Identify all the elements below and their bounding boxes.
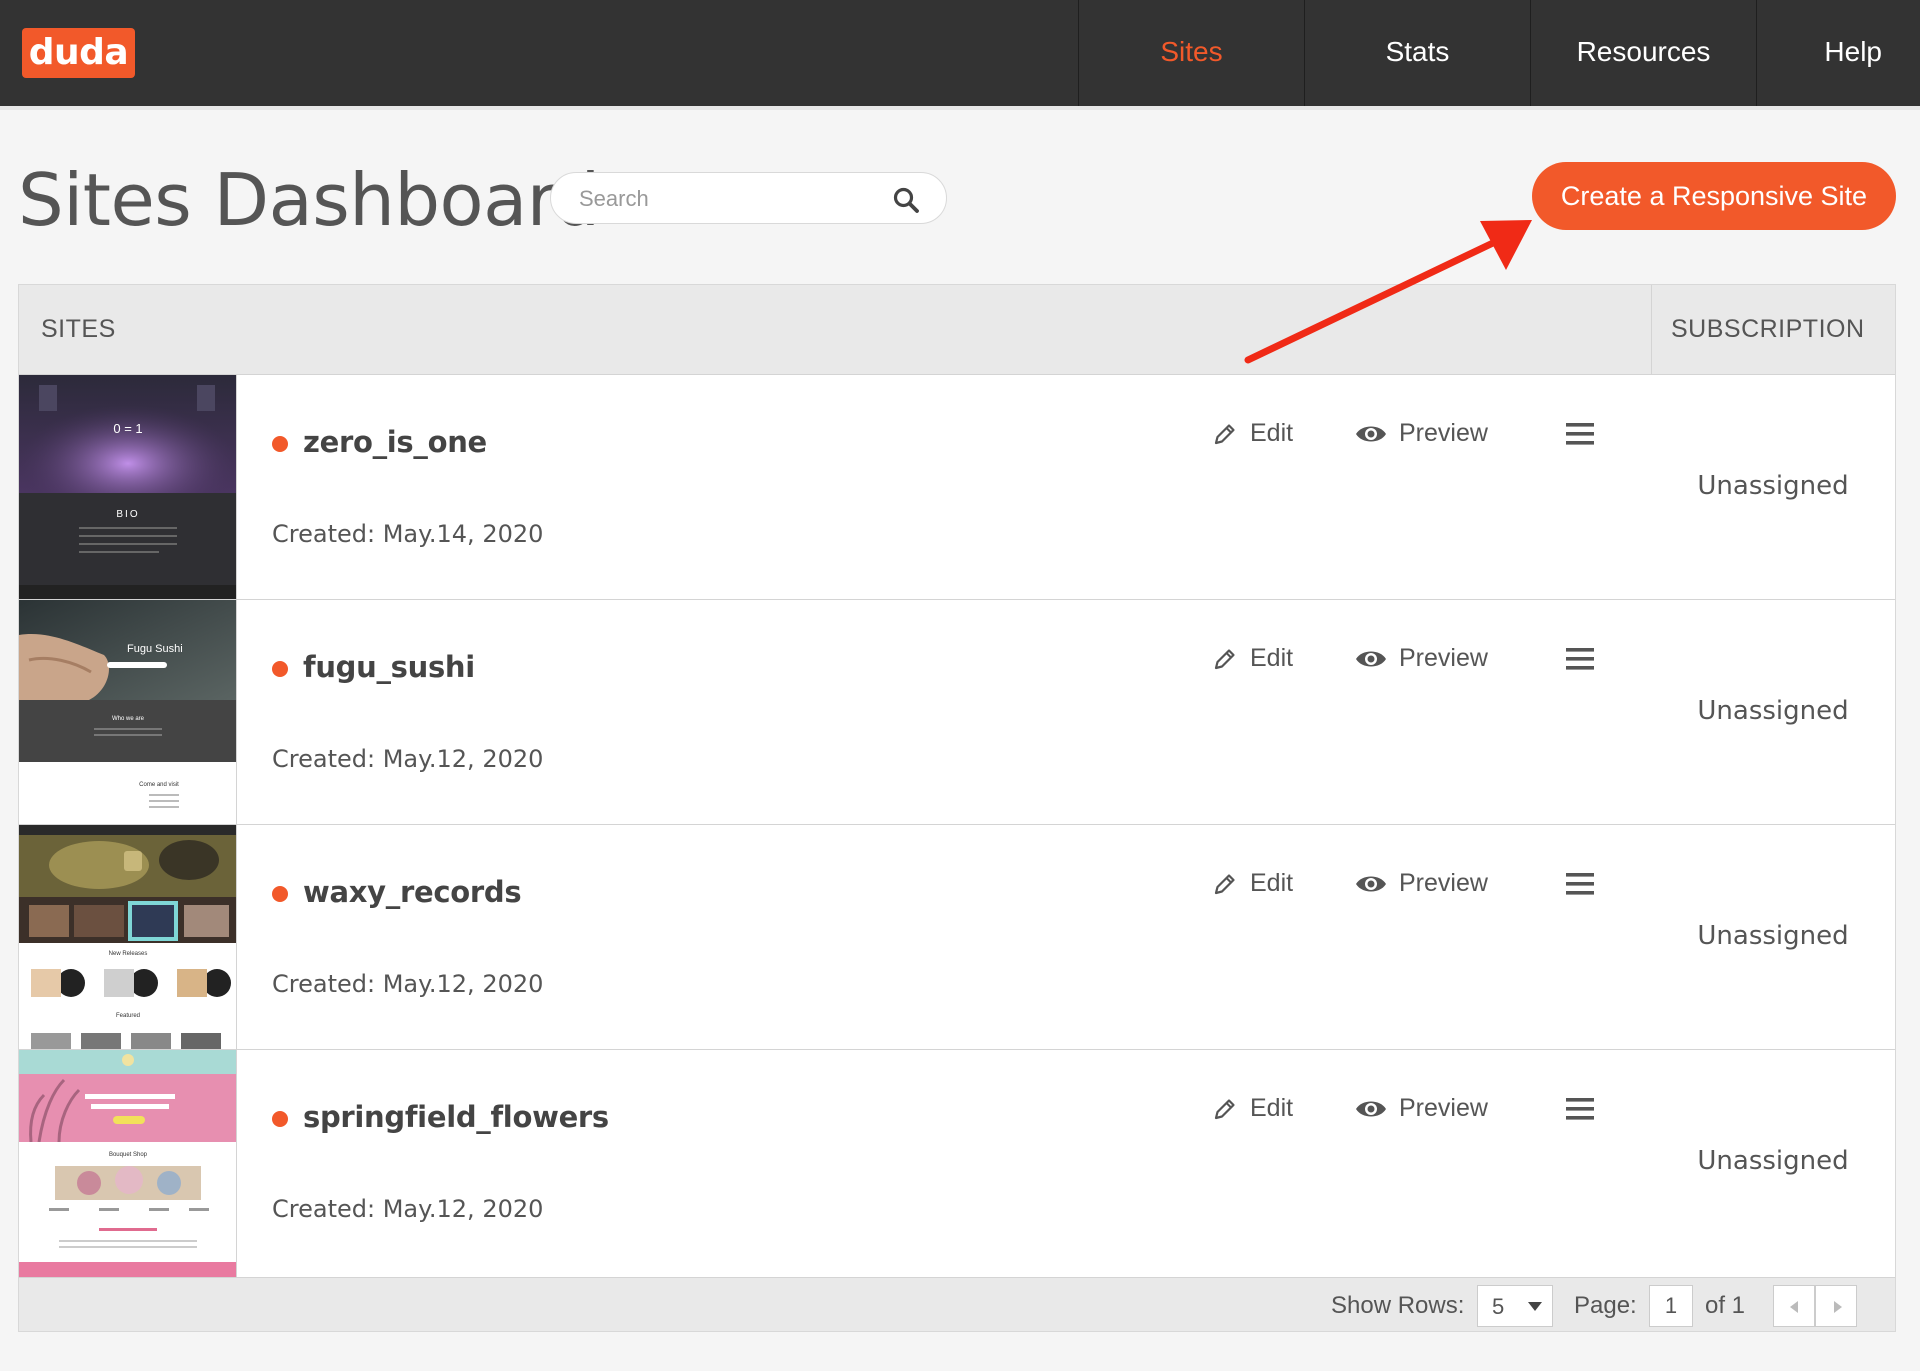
nav-item-stats[interactable]: Stats xyxy=(1304,0,1530,106)
preview-label: Preview xyxy=(1399,1094,1488,1122)
duda-logo[interactable]: duda xyxy=(22,28,135,78)
status-dot xyxy=(272,436,288,452)
create-responsive-site-button[interactable]: Create a Responsive Site xyxy=(1532,162,1896,230)
eye-icon xyxy=(1356,426,1386,441)
thumb-title: 0 = 1 xyxy=(113,421,142,436)
show-rows-label: Show Rows: xyxy=(1331,1292,1465,1319)
thumb-section: New Releases xyxy=(109,951,148,957)
created-date: Created: May.14, 2020 xyxy=(272,520,544,548)
site-thumbnail[interactable]: Bouquet Shop xyxy=(19,1050,237,1277)
edit-button[interactable]: Edit xyxy=(1212,419,1293,448)
hamburger-menu-icon xyxy=(1566,873,1594,895)
site-name[interactable]: springfield_flowers xyxy=(303,1100,609,1134)
status-dot xyxy=(272,886,288,902)
pencil-icon xyxy=(1214,1098,1235,1119)
thumb-title: Fugu Sushi xyxy=(127,643,183,655)
thumb-subsection: Come and visit xyxy=(139,782,179,788)
page-total: of 1 xyxy=(1705,1292,1746,1319)
rows-per-page-value: 5 xyxy=(1492,1294,1505,1319)
site-thumbnail[interactable]: 0 = 1 BIO xyxy=(19,375,237,599)
search-box xyxy=(550,172,947,224)
created-date: Created: May.12, 2020 xyxy=(272,970,544,998)
column-header-subscription: SUBSCRIPTION xyxy=(1671,315,1865,343)
table-row: 0 = 1 BIO zero_is_one Created: May.14, 2… xyxy=(19,375,1895,600)
eye-icon xyxy=(1356,1101,1386,1116)
preview-button[interactable]: Preview xyxy=(1355,1094,1488,1123)
site-thumbnail[interactable]: Fugu Sushi Who we are Come and visit xyxy=(19,600,237,824)
chevron-down-icon xyxy=(1528,1302,1542,1311)
rows-per-page-select[interactable]: 5 xyxy=(1477,1285,1553,1327)
site-menu-button[interactable] xyxy=(1564,1096,1596,1122)
hamburger-menu-icon xyxy=(1566,648,1594,670)
site-menu-button[interactable] xyxy=(1564,421,1596,447)
preview-label: Preview xyxy=(1399,419,1488,447)
search-icon[interactable] xyxy=(892,186,920,214)
edit-label: Edit xyxy=(1250,419,1294,447)
pencil-icon xyxy=(1214,873,1235,894)
main-nav: Sites Stats Resources Help xyxy=(1078,0,1920,106)
page-number-input[interactable]: 1 xyxy=(1649,1285,1693,1327)
page-title: Sites Dashboard xyxy=(18,158,600,242)
site-thumbnail[interactable]: New Releases Featured xyxy=(19,825,237,1049)
site-name[interactable]: fugu_sushi xyxy=(303,650,475,684)
chevron-left-icon xyxy=(1790,1301,1798,1313)
status-dot xyxy=(272,661,288,677)
table-footer: Show Rows: 5 Page: 1 of 1 xyxy=(19,1277,1895,1331)
hamburger-menu-icon xyxy=(1566,1098,1594,1120)
edit-label: Edit xyxy=(1250,644,1294,672)
site-menu-button[interactable] xyxy=(1564,646,1596,672)
top-navbar: duda Sites Stats Resources Help xyxy=(0,0,1920,110)
subscription-status: Unassigned xyxy=(1697,1146,1849,1176)
pencil-icon xyxy=(1214,648,1235,669)
eye-icon xyxy=(1356,651,1386,666)
site-name[interactable]: zero_is_one xyxy=(303,425,487,459)
hamburger-menu-icon xyxy=(1566,423,1594,445)
edit-button[interactable]: Edit xyxy=(1212,644,1293,673)
edit-label: Edit xyxy=(1250,869,1294,897)
search-input[interactable] xyxy=(579,183,879,215)
subscription-status: Unassigned xyxy=(1697,696,1849,726)
created-date: Created: May.12, 2020 xyxy=(272,1195,544,1223)
preview-label: Preview xyxy=(1399,644,1488,672)
preview-button[interactable]: Preview xyxy=(1355,644,1488,673)
eye-icon xyxy=(1356,876,1386,891)
previous-page-button[interactable] xyxy=(1773,1285,1815,1327)
page-label: Page: xyxy=(1574,1292,1637,1319)
thumb-subsection: Featured xyxy=(116,1013,140,1019)
sites-table: SITES SUBSCRIPTION 0 = 1 BIO zero_is_one… xyxy=(18,284,1896,1332)
site-name[interactable]: waxy_records xyxy=(303,875,522,909)
subscription-status: Unassigned xyxy=(1697,921,1849,951)
edit-label: Edit xyxy=(1250,1094,1294,1122)
nav-item-help[interactable]: Help xyxy=(1756,0,1920,106)
nav-item-sites[interactable]: Sites xyxy=(1078,0,1304,106)
status-dot xyxy=(272,1111,288,1127)
chevron-right-icon xyxy=(1834,1301,1842,1313)
created-date: Created: May.12, 2020 xyxy=(272,745,544,773)
table-row: Fugu Sushi Who we are Come and visit fug… xyxy=(19,600,1895,825)
thumb-section: Who we are xyxy=(112,716,145,722)
preview-button[interactable]: Preview xyxy=(1355,419,1488,448)
table-row: New Releases Featured waxy_records Creat… xyxy=(19,825,1895,1050)
thumb-section: BIO xyxy=(116,509,139,520)
table-header: SITES SUBSCRIPTION xyxy=(19,285,1895,375)
edit-button[interactable]: Edit xyxy=(1212,1094,1293,1123)
next-page-button[interactable] xyxy=(1815,1285,1857,1327)
subscription-status: Unassigned xyxy=(1697,471,1849,501)
preview-label: Preview xyxy=(1399,869,1488,897)
edit-button[interactable]: Edit xyxy=(1212,869,1293,898)
site-menu-button[interactable] xyxy=(1564,871,1596,897)
table-row: Bouquet Shop springfield_flowers Created… xyxy=(19,1050,1895,1277)
pencil-icon xyxy=(1214,423,1235,444)
preview-button[interactable]: Preview xyxy=(1355,869,1488,898)
thumb-section: Bouquet Shop xyxy=(109,1152,148,1158)
nav-item-resources[interactable]: Resources xyxy=(1530,0,1756,106)
column-header-sites: SITES xyxy=(41,315,116,343)
